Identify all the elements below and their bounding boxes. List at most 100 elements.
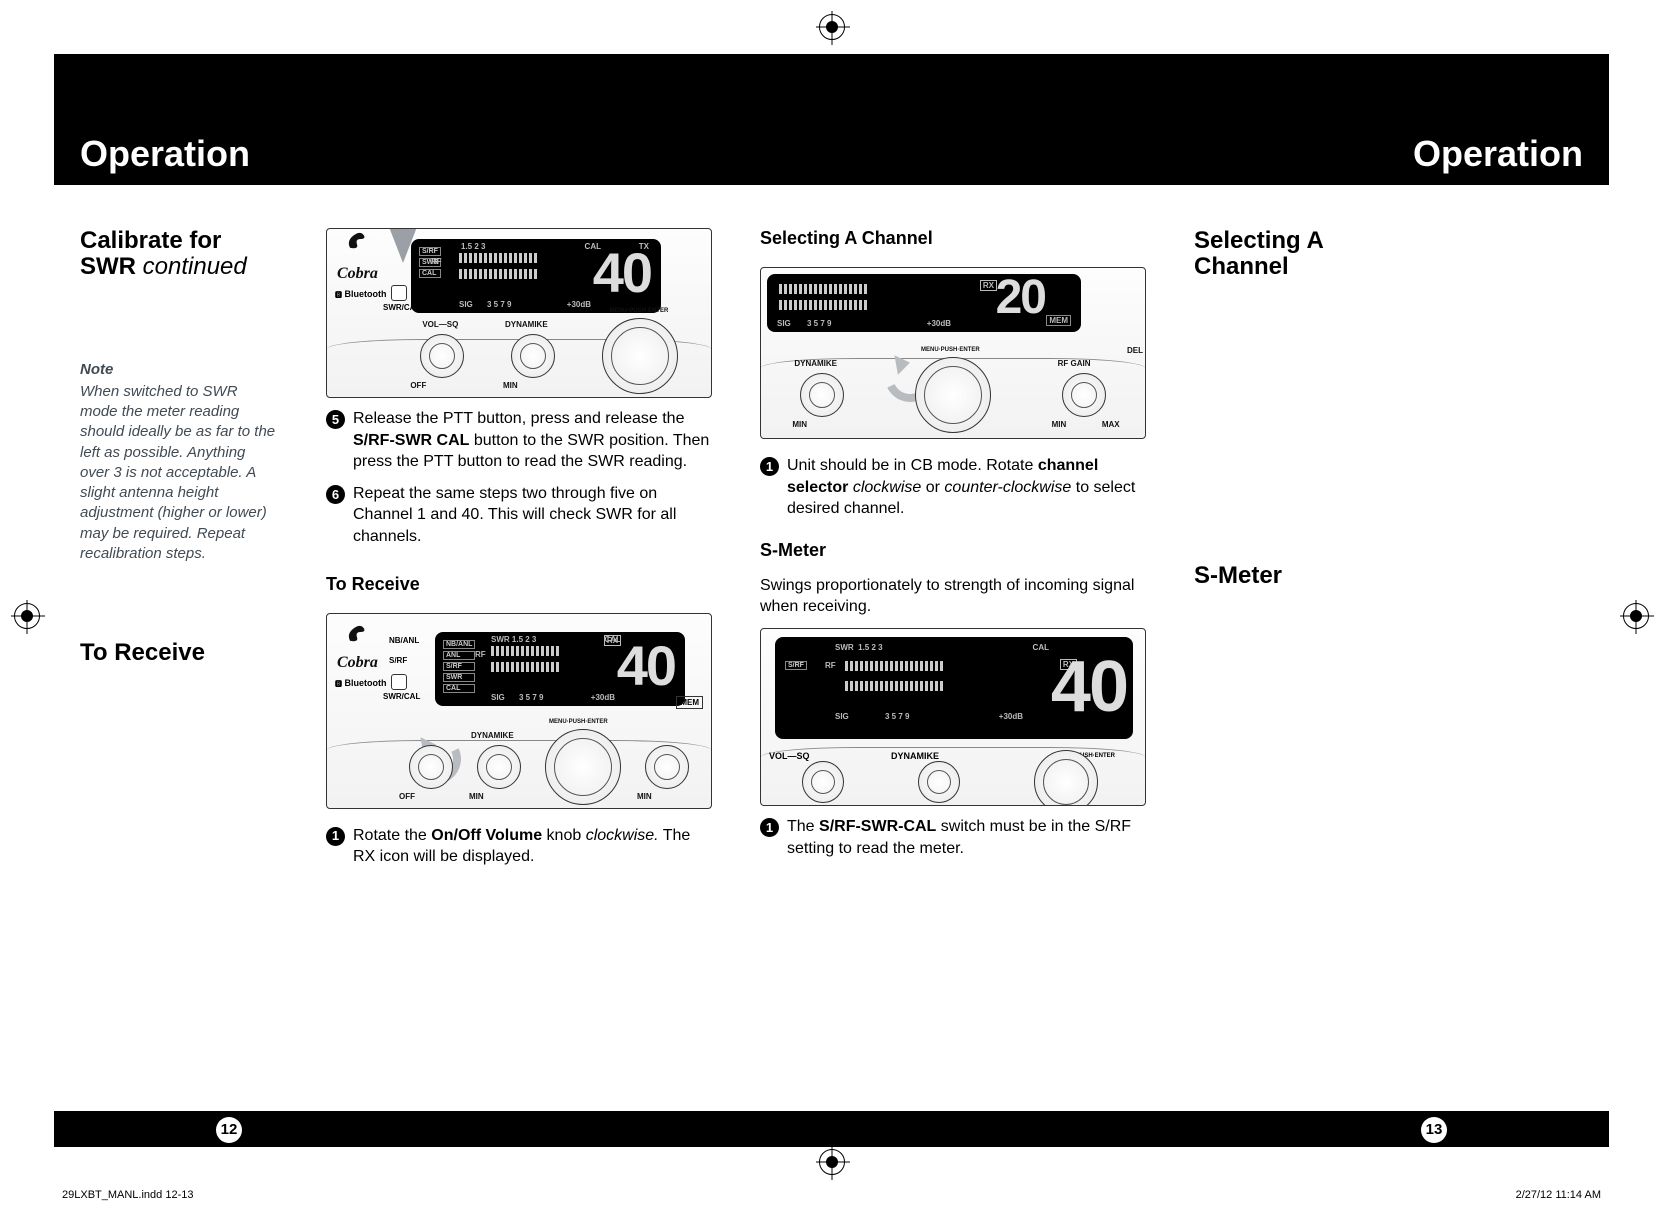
del-label: DEL (1127, 346, 1143, 355)
lcd-sig4: SIG (835, 712, 849, 721)
footer-band: 12 13 (54, 1111, 1609, 1147)
lcd-nbanl: NB/ANL (443, 640, 475, 649)
off-label: OFF (410, 381, 426, 390)
vol-sq-label: VOL—SQ (422, 320, 458, 329)
lcd-db-label: +30dB (567, 300, 591, 309)
lcd-rf2: RF (475, 650, 486, 659)
header-title-right: Operation (1413, 133, 1583, 175)
lcd-rf-label: RF (431, 257, 442, 266)
mem-label: MEM (676, 696, 703, 709)
lcd-channel-number: 40 (593, 245, 651, 301)
lcd-s-scale: 3 5 7 9 (487, 300, 511, 309)
s-meter-title: S-Meter (1194, 563, 1378, 589)
selecting-channel-subhead: Selecting A Channel (760, 228, 1146, 249)
swr-cal-label-2: SWR/CAL (383, 692, 420, 701)
rfgain-knob-icon (1062, 373, 1106, 417)
cobra-logo-text-2: Cobra (337, 654, 378, 672)
menu-knob-icon (602, 318, 678, 394)
min-label-3: MIN (637, 792, 652, 801)
header-band: Operation Operation (54, 54, 1609, 185)
srf-label-outer: S/RF (389, 656, 407, 665)
registration-mark-icon (819, 1149, 845, 1175)
dynamike-label-2: DYNAMIKE (471, 731, 514, 740)
lcd-rf3: RF (825, 661, 836, 670)
channel-selector-knob-icon (915, 357, 991, 433)
calibrate-continued: continued (136, 253, 247, 280)
lcd-cal3: CAL (1033, 643, 1049, 652)
lcd-db2: +30dB (591, 693, 615, 702)
header-title-left: Operation (80, 133, 250, 175)
lcd-db3: +30dB (927, 319, 951, 328)
lcd-rx-2: RX (980, 280, 997, 291)
lcd-srf3: S/RF (785, 661, 807, 670)
step-number-1-icon: 1 (760, 457, 779, 476)
registration-mark-icon (1623, 603, 1649, 629)
s-meter-step-1: The S/RF-SWR-CAL switch must be in the S… (787, 816, 1146, 859)
step-6-text: Repeat the same steps two through five o… (353, 483, 712, 548)
bluetooth-label: Bluetooth (345, 289, 387, 299)
menu-label: MENU·PUSH·ENTER (610, 308, 669, 314)
calibrate-title-line2: SWR (80, 253, 136, 280)
sel-title-line2: Channel (1194, 253, 1289, 280)
lcd-sig3: SIG (777, 319, 791, 328)
lcd-snums4: 3 5 7 9 (885, 712, 909, 721)
lcd-swr2: SWR (443, 673, 475, 682)
cobra-logo-icon (343, 228, 371, 253)
min-label-4: MIN (792, 420, 807, 429)
step-number-6-icon: 6 (326, 485, 345, 504)
lcd-sig-label: SIG (459, 300, 473, 309)
rfgain-label: RF GAIN (1058, 359, 1091, 368)
calibrate-title-line1: Calibrate for (80, 227, 221, 254)
radio-illustration-channel-select: RX SIG 3 5 7 9 +30dB MEM 20 DYNAMIKE MIN (760, 267, 1146, 439)
lcd-anl: ANL (443, 651, 475, 660)
lcd-swr-scale: 1.5 2 3 (461, 242, 485, 251)
to-receive-step-1: Rotate the On/Off Volume knob clockwise.… (353, 825, 712, 868)
step-number-1-icon: 1 (326, 827, 345, 846)
registration-mark-icon (14, 603, 40, 629)
lcd-channel-number-2: 40 (617, 638, 675, 694)
swr-cal-label: SWR/CAL (383, 303, 420, 312)
max-label: MAX (1102, 420, 1120, 429)
bluetooth-label-2: Bluetooth (345, 678, 387, 688)
radio-illustration-swr-cal: S/RFSWRCAL 1.5 2 3 CAL TX SIG +30dB RF 3… (326, 228, 712, 398)
min-label: MIN (503, 381, 518, 390)
step-5-text: Release the PTT button, press and releas… (353, 408, 712, 473)
slugline-file: 29LXBT_MANL.indd 12-13 (62, 1189, 193, 1201)
note-text: When switched to SWR mode the meter read… (80, 382, 278, 564)
dynamike-label: DYNAMIKE (505, 320, 548, 329)
registration-mark-icon (819, 14, 845, 40)
menu-knob-icon (1034, 750, 1098, 806)
radio-illustration-to-receive: NB/ANLANLS/RFSWRCAL SWR 1.5 2 3 CAL RX S… (326, 613, 712, 809)
menu-label-2: MENU·PUSH·ENTER (549, 719, 608, 725)
volume-knob-icon (409, 745, 453, 789)
menu-label-3: MENU·PUSH·ENTER (921, 347, 980, 353)
lcd-channel-number-4: 40 (1051, 651, 1127, 723)
lcd-srf2: S/RF (443, 662, 475, 671)
lcd-db4: +30dB (999, 712, 1023, 721)
nbanl-label-outer: NB/ANL (389, 636, 419, 645)
step-number-5-icon: 5 (326, 410, 345, 429)
selecting-channel-title: Selecting A Channel (1194, 228, 1378, 281)
cobra-logo-icon (343, 618, 371, 646)
min-label-5: MIN (1052, 420, 1067, 429)
lcd-mem: MEM (1046, 315, 1071, 326)
dynamike-knob-icon (477, 745, 521, 789)
swr-cal-button-icon (391, 674, 407, 690)
page-number-left: 12 (216, 1117, 242, 1143)
off-label-2: OFF (399, 792, 415, 801)
to-receive-subhead: To Receive (326, 574, 712, 595)
knob-icon (645, 745, 689, 789)
menu-knob-icon (545, 729, 621, 805)
sel-title-line1: Selecting A (1194, 227, 1324, 254)
lcd-srf-label: S/RF (419, 247, 441, 256)
selecting-channel-step: Unit should be in CB mode. Rotate channe… (787, 455, 1146, 520)
min-label-2: MIN (469, 792, 484, 801)
lcd-snums2: 3 5 7 9 (519, 693, 543, 702)
calibrate-swr-title: Calibrate for SWR continued (80, 228, 278, 281)
dynamike-knob-icon (511, 334, 555, 378)
s-meter-body: Swings proportionately to strength of in… (760, 575, 1146, 618)
swr-cal-button-icon (391, 285, 407, 301)
radio-illustration-s-meter: S/RF SWR 1.5 2 3 CAL RX RF SIG 3 5 7 9 +… (760, 628, 1146, 806)
lcd-cal2: CAL (443, 684, 475, 693)
to-receive-title: To Receive (80, 640, 278, 666)
